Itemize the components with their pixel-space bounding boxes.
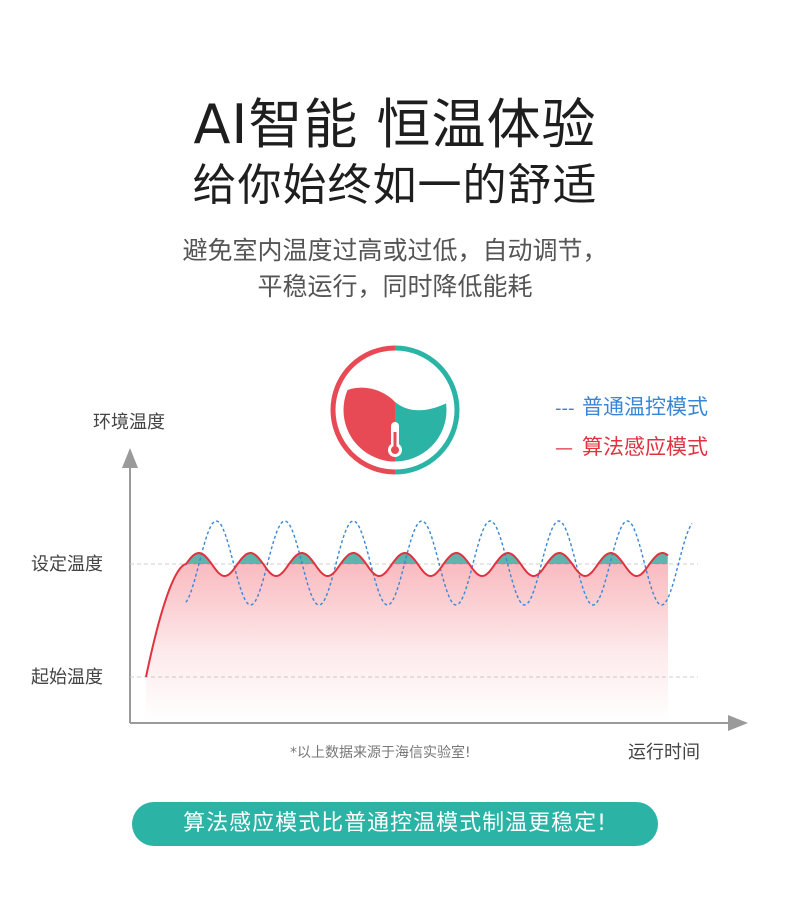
- temperature-chart: --- 普通温控模式 — 算法感应模式 环境温度 设定温度 起始温度 运行时间 …: [31, 345, 748, 763]
- page-tagline: 给你始终如一的舒适: [192, 160, 598, 211]
- description-line-2: 平稳运行，同时降低能耗: [257, 272, 533, 301]
- page-title: AI智能 恒温体验: [193, 93, 597, 156]
- legend-solid-marker: —: [555, 438, 573, 459]
- y-tick-start-temp: 起始温度: [31, 667, 103, 688]
- description-line-1: 避免室内温度过高或过低，自动调节，: [182, 236, 608, 265]
- smart-mode-area: [146, 553, 668, 722]
- legend-dashed-marker: ---: [555, 398, 575, 419]
- x-axis-arrow-icon: [728, 715, 748, 731]
- thermometer-badge: [330, 345, 460, 475]
- y-axis-label: 环境温度: [93, 412, 165, 433]
- y-axis-arrow-icon: [122, 448, 138, 468]
- legend-label-normal-mode: 普通温控模式: [582, 395, 708, 419]
- chart-legend: --- 普通温控模式 — 算法感应模式: [555, 395, 708, 459]
- legend-label-smart-mode: 算法感应模式: [582, 435, 708, 459]
- chart-footnote: *以上数据来源于海信实验室!: [290, 744, 471, 761]
- y-tick-set-temp: 设定温度: [31, 554, 103, 575]
- conclusion-banner: 算法感应模式比普通控温模式制温更稳定!: [132, 802, 658, 846]
- x-axis-label: 运行时间: [628, 742, 700, 763]
